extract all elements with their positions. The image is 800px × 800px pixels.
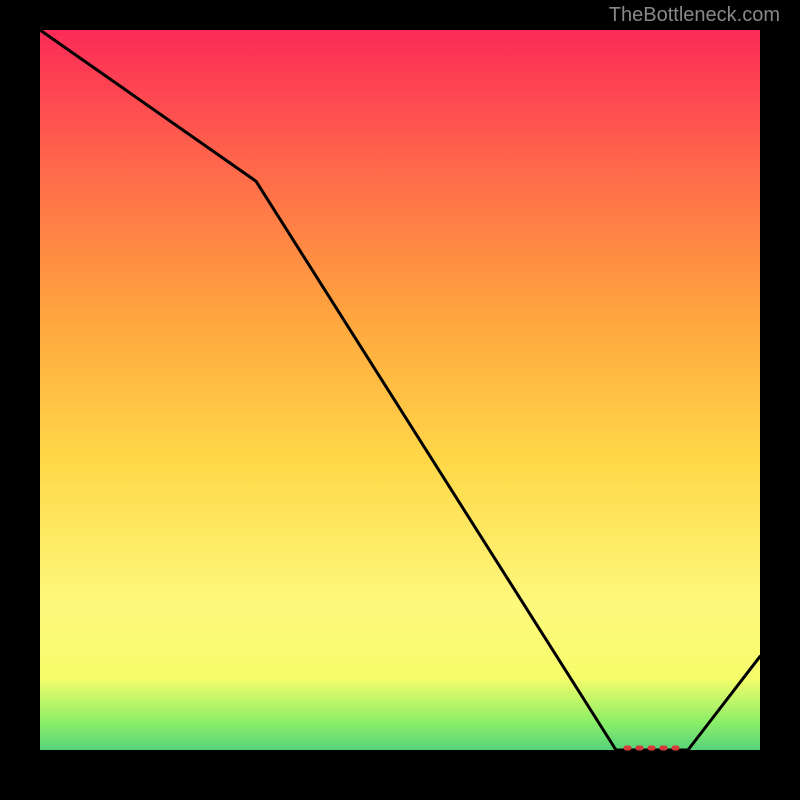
watermark-text: TheBottleneck.com xyxy=(609,4,780,27)
plot-background xyxy=(40,30,760,750)
chart-svg xyxy=(0,0,800,800)
chart-container: TheBottleneck.com xyxy=(0,0,800,800)
